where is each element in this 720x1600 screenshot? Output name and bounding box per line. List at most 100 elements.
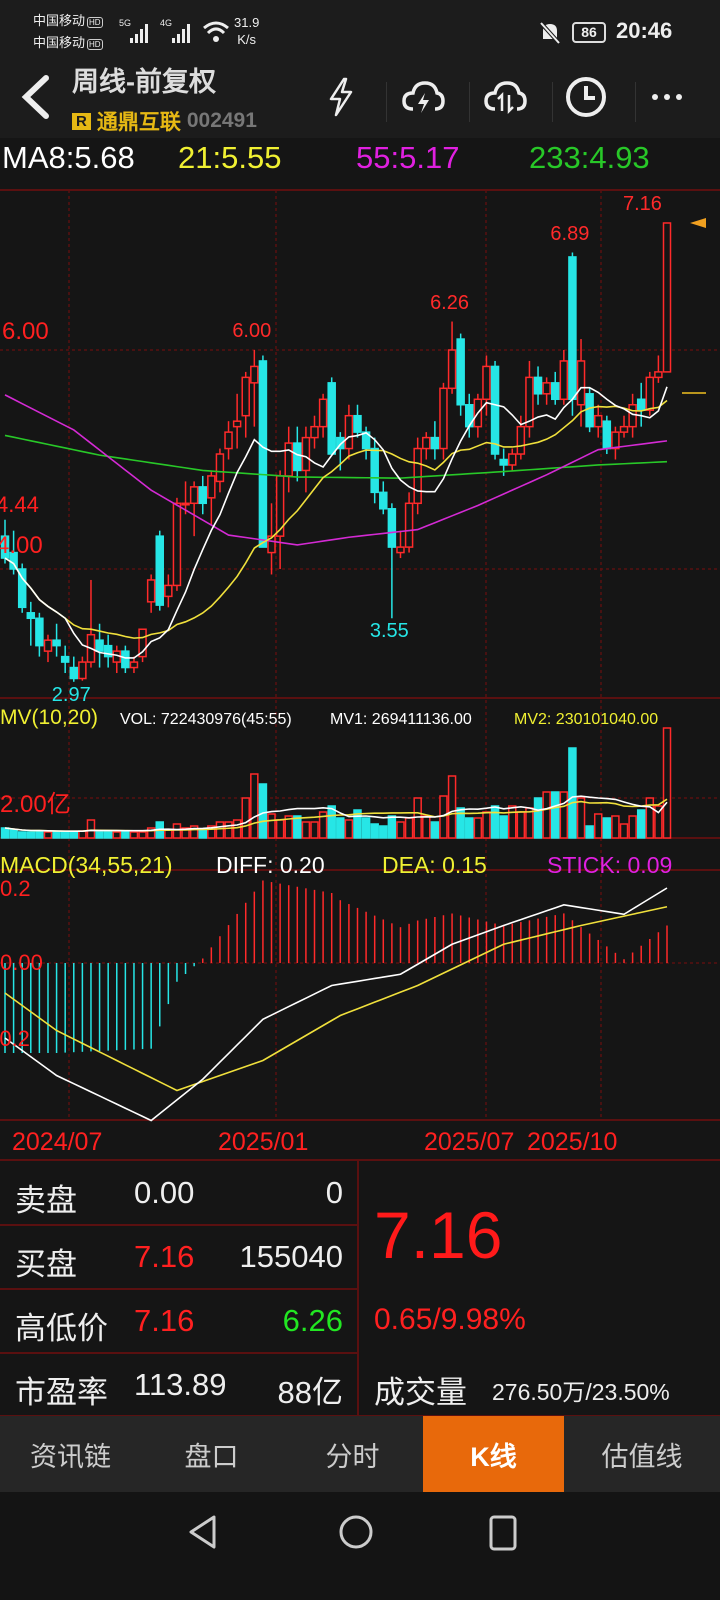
volume-bar-down — [379, 825, 388, 839]
back-button[interactable] — [16, 74, 56, 120]
low-price: 6.26 — [282, 1303, 343, 1338]
candle-up — [310, 425, 319, 439]
volume-bar-up — [628, 815, 637, 839]
volume-bar-down — [26, 831, 36, 839]
volume-bar-down — [0, 827, 10, 839]
ma21-line — [4, 399, 668, 639]
ma233-line — [4, 434, 668, 479]
volume-bar-down — [60, 831, 70, 839]
volume-bar-up — [267, 813, 276, 839]
volume-bar-up — [112, 831, 122, 839]
volume-bar-down — [370, 823, 379, 839]
kline-chart[interactable]: 6.00 4.44 4.00 6.00 2.97 3.55 6.26 6.89 7.16 … — [0, 186, 720, 1165]
candle-up — [645, 376, 655, 411]
candle-down — [430, 436, 440, 450]
volume-bar-down — [465, 817, 474, 839]
app-header: 周线-前复权 R 通鼎互联 002491 — [0, 60, 720, 138]
candle-up — [516, 425, 526, 455]
cloud-flash-button[interactable] — [398, 72, 448, 122]
buy-qty: 155040 — [239, 1239, 343, 1274]
quote-panel: 卖盘 0.00 0 买盘 7.16 155040 高低价 7.16 6.26 市… — [0, 1160, 720, 1417]
more-icon — [652, 94, 682, 100]
candle-up — [404, 502, 414, 548]
volume-bar-up — [224, 821, 233, 839]
candle-up — [172, 502, 182, 587]
pe-value: 113.89 — [134, 1367, 227, 1402]
volume-bar-up — [611, 815, 620, 839]
volume-bar-down — [430, 821, 440, 839]
volume-bar-up — [439, 795, 448, 839]
volume-bar-down — [69, 831, 79, 839]
candle-down — [60, 655, 70, 663]
candle-up — [482, 365, 491, 401]
volume-bar-down — [336, 817, 345, 839]
volume-bar-down — [499, 815, 508, 839]
sell-qty: 0 — [325, 1175, 343, 1210]
tab-intraday[interactable]: 分时 — [282, 1416, 423, 1492]
tab-kline[interactable]: K线 — [423, 1416, 564, 1492]
nav-recents-button[interactable] — [488, 1514, 518, 1552]
volume-bar-down — [9, 829, 18, 839]
dea-readout: DEA: 0.15 — [382, 852, 487, 878]
signal-icon — [130, 24, 148, 43]
volume-value: 276.50万/23.50% — [492, 1379, 670, 1405]
sell-price: 0.00 — [134, 1175, 195, 1210]
chart-canvas[interactable] — [0, 186, 720, 1161]
candle-down — [327, 382, 336, 455]
volume-bar-up — [619, 823, 629, 839]
candle-down — [456, 338, 465, 406]
volume-bar-down — [490, 805, 500, 839]
volume-bar-up — [86, 819, 96, 839]
nav-back-button[interactable] — [186, 1514, 220, 1550]
volume-bar-down — [95, 831, 104, 839]
tab-order-book[interactable]: 盘口 — [141, 1416, 282, 1492]
candle-up — [301, 436, 311, 472]
carrier-2: 中国移动 — [33, 35, 86, 50]
candle-down — [499, 458, 508, 466]
candle-up — [78, 661, 87, 680]
volume-bar-up — [559, 791, 569, 839]
volume-bar-up — [301, 821, 311, 839]
volume-bar-down — [103, 831, 113, 839]
high-price: 7.16 — [134, 1303, 195, 1338]
chart-period-title[interactable]: 周线-前复权 — [72, 60, 216, 99]
candle-up — [189, 486, 199, 505]
clock-icon — [566, 77, 606, 117]
extreme-label: 6.89 — [550, 222, 590, 245]
dea-line — [4, 905, 668, 1092]
mv2-readout: MV2: 230101040.00 — [514, 711, 659, 728]
ma-readout: MA8:5.68 21:5.55 55:5.17 233:4.93 — [0, 138, 720, 186]
candle-up — [207, 475, 216, 499]
mute-bell-icon — [539, 21, 561, 45]
candle-up — [344, 414, 354, 450]
diff-line — [4, 887, 668, 1122]
candle-up — [559, 360, 569, 401]
volume-title: MV(10,20) — [0, 706, 99, 729]
volume-bar-down — [636, 809, 646, 839]
more-button[interactable] — [642, 72, 692, 122]
volume-bar-down — [198, 829, 207, 839]
tab-news-chain[interactable]: 资讯链 — [0, 1416, 141, 1492]
market-cap: 88亿 — [277, 1375, 343, 1410]
volume-bar-up — [241, 797, 250, 839]
extreme-label: 2.97 — [51, 683, 91, 706]
candle-up — [662, 222, 672, 373]
volume-bar-down — [35, 830, 44, 839]
tab-valuation-line[interactable]: 估值线 — [564, 1416, 720, 1492]
lightning-button[interactable] — [316, 72, 366, 122]
high-low-label: 高低价 — [15, 1311, 108, 1346]
volume-bar-down — [602, 817, 612, 839]
volume-bar-down — [258, 783, 268, 839]
system-nav-bar — [0, 1492, 720, 1600]
candle-up — [611, 431, 620, 450]
cloud-sync-button[interactable] — [480, 72, 530, 122]
volume-bar-up — [542, 791, 551, 839]
candle-up — [576, 360, 586, 406]
tab-label: 资讯链 — [30, 1441, 111, 1472]
history-button[interactable] — [561, 72, 611, 122]
candle-down — [550, 382, 560, 401]
ma233-value: 233:4.93 — [529, 140, 650, 175]
volume-bar-up — [482, 811, 491, 839]
clock: 20:46 — [616, 18, 673, 43]
nav-home-button[interactable] — [338, 1514, 374, 1550]
